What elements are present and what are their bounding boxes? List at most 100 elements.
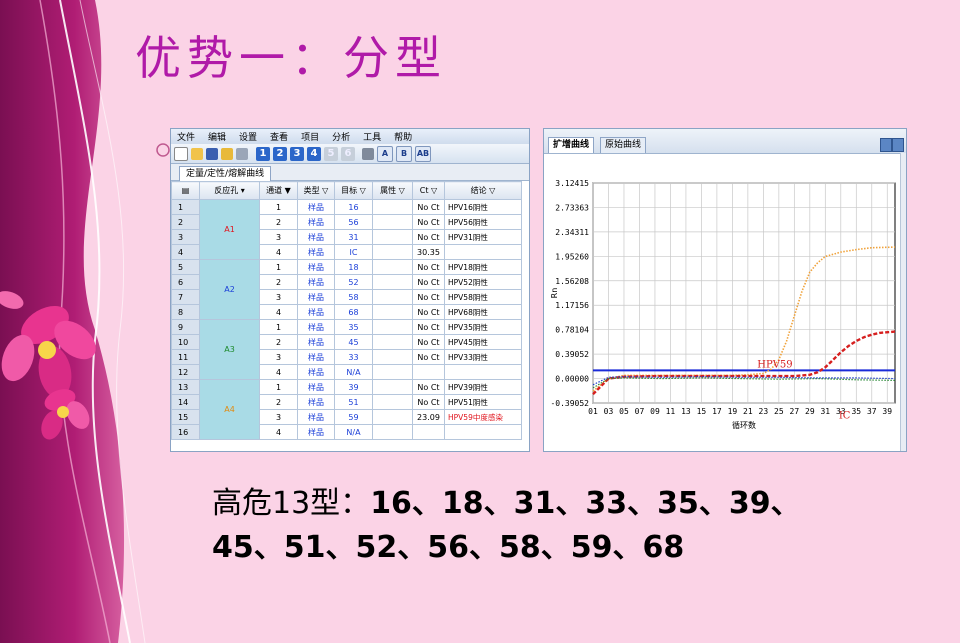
type-cell[interactable]: 样品 xyxy=(297,409,335,425)
attribute-cell[interactable] xyxy=(372,424,413,440)
target-cell[interactable]: 59 xyxy=(334,409,373,425)
row-number[interactable]: 11 xyxy=(171,349,200,365)
col-header-well[interactable]: 反应孔 ▾ xyxy=(199,181,260,200)
toolbar-num-5[interactable]: 5 xyxy=(324,146,338,161)
channel-cell[interactable]: 3 xyxy=(259,229,298,245)
menu-file[interactable]: 文件 xyxy=(177,130,195,143)
print-icon[interactable] xyxy=(362,147,374,160)
ct-cell[interactable]: No Ct xyxy=(412,214,445,230)
channel-cell[interactable]: 2 xyxy=(259,334,298,350)
col-header-channel[interactable]: 通道 ▼ xyxy=(259,181,298,200)
toolbar-letter-b[interactable]: B xyxy=(396,145,412,162)
ct-cell[interactable]: No Ct xyxy=(412,394,445,410)
toolbar-letter-a[interactable]: A xyxy=(377,145,393,162)
row-number[interactable]: 5 xyxy=(171,259,200,275)
conclusion-cell[interactable]: HPV45阴性 xyxy=(444,334,522,350)
col-header-ct[interactable]: Ct ▽ xyxy=(412,181,445,200)
row-number[interactable]: 3 xyxy=(171,229,200,245)
ct-cell[interactable]: No Ct xyxy=(412,334,445,350)
target-cell[interactable]: 35 xyxy=(334,319,373,335)
channel-cell[interactable]: 3 xyxy=(259,349,298,365)
toolbar-num-3[interactable]: 3 xyxy=(290,146,304,161)
well-cell[interactable]: A1 xyxy=(199,199,260,260)
well-cell[interactable]: A4 xyxy=(199,379,260,440)
type-cell[interactable]: 样品 xyxy=(297,289,335,305)
ct-cell[interactable]: No Ct xyxy=(412,304,445,320)
type-cell[interactable]: 样品 xyxy=(297,349,335,365)
ct-cell[interactable] xyxy=(412,424,445,440)
ct-cell[interactable]: No Ct xyxy=(412,379,445,395)
toolbar-num-6[interactable]: 6 xyxy=(341,146,355,161)
col-header-target[interactable]: 目标 ▽ xyxy=(334,181,373,200)
attribute-cell[interactable] xyxy=(372,409,413,425)
attribute-cell[interactable] xyxy=(372,364,413,380)
ct-cell[interactable]: 30.35 xyxy=(412,244,445,260)
conclusion-cell[interactable]: HPV52阴性 xyxy=(444,274,522,290)
pin-icon[interactable] xyxy=(880,138,892,152)
conclusion-cell[interactable]: HPV59中度感染 xyxy=(444,409,522,425)
type-cell[interactable]: 样品 xyxy=(297,319,335,335)
restore-icon[interactable] xyxy=(892,138,904,152)
row-number[interactable]: 7 xyxy=(171,289,200,305)
target-cell[interactable]: N/A xyxy=(334,424,373,440)
target-cell[interactable]: 33 xyxy=(334,349,373,365)
menu-edit[interactable]: 编辑 xyxy=(208,130,226,143)
ct-cell[interactable] xyxy=(412,364,445,380)
channel-cell[interactable]: 4 xyxy=(259,304,298,320)
channel-cell[interactable]: 1 xyxy=(259,199,298,215)
row-number[interactable]: 1 xyxy=(171,199,200,215)
col-header-attribute[interactable]: 属性 ▽ xyxy=(372,181,413,200)
ct-cell[interactable]: No Ct xyxy=(412,274,445,290)
attribute-cell[interactable] xyxy=(372,394,413,410)
channel-cell[interactable]: 1 xyxy=(259,259,298,275)
attribute-cell[interactable] xyxy=(372,304,413,320)
attribute-cell[interactable] xyxy=(372,319,413,335)
channel-cell[interactable]: 1 xyxy=(259,379,298,395)
conclusion-cell[interactable]: HPV51阴性 xyxy=(444,394,522,410)
target-cell[interactable]: 52 xyxy=(334,274,373,290)
row-number[interactable]: 15 xyxy=(171,409,200,425)
ct-cell[interactable]: No Ct xyxy=(412,259,445,275)
conclusion-cell[interactable]: HPV35阴性 xyxy=(444,319,522,335)
conclusion-cell[interactable] xyxy=(444,364,522,380)
attribute-cell[interactable] xyxy=(372,289,413,305)
ct-cell[interactable]: No Ct xyxy=(412,319,445,335)
menu-help[interactable]: 帮助 xyxy=(394,130,412,143)
target-cell[interactable]: 39 xyxy=(334,379,373,395)
row-number[interactable]: 9 xyxy=(171,319,200,335)
well-cell[interactable]: A3 xyxy=(199,319,260,380)
book-icon[interactable] xyxy=(236,147,248,160)
table-row[interactable]: 5 A2 1 样品 18 No Ct HPV18阴性 xyxy=(171,259,522,320)
conclusion-cell[interactable] xyxy=(444,424,522,440)
target-cell[interactable]: 45 xyxy=(334,334,373,350)
ct-cell[interactable]: No Ct xyxy=(412,349,445,365)
ct-cell[interactable]: No Ct xyxy=(412,229,445,245)
tab-raw-curve[interactable]: 原始曲线 xyxy=(600,137,647,153)
toolbar-num-1[interactable]: 1 xyxy=(256,146,270,161)
folder-icon[interactable] xyxy=(221,147,233,160)
target-cell[interactable]: N/A xyxy=(334,364,373,380)
row-number[interactable]: 4 xyxy=(171,244,200,260)
target-cell[interactable]: 18 xyxy=(334,259,373,275)
target-cell[interactable]: 16 xyxy=(334,199,373,215)
conclusion-cell[interactable]: HPV58阴性 xyxy=(444,289,522,305)
table-row[interactable]: 1 A1 1 样品 16 No Ct HPV16阴性 xyxy=(171,199,522,260)
toolbar-num-2[interactable]: 2 xyxy=(273,146,287,161)
attribute-cell[interactable] xyxy=(372,379,413,395)
type-cell[interactable]: 样品 xyxy=(297,334,335,350)
row-number[interactable]: 2 xyxy=(171,214,200,230)
tab-quant-qual-melt[interactable]: 定量/定性/熔解曲线 xyxy=(179,166,272,181)
conclusion-cell[interactable]: HPV16阴性 xyxy=(444,199,522,215)
ct-cell[interactable]: No Ct xyxy=(412,289,445,305)
channel-cell[interactable]: 4 xyxy=(259,364,298,380)
target-cell[interactable]: 68 xyxy=(334,304,373,320)
attribute-cell[interactable] xyxy=(372,349,413,365)
attribute-cell[interactable] xyxy=(372,274,413,290)
conclusion-cell[interactable]: HPV33阴性 xyxy=(444,349,522,365)
attribute-cell[interactable] xyxy=(372,244,413,260)
vertical-scrollbar[interactable] xyxy=(900,153,906,451)
type-cell[interactable]: 样品 xyxy=(297,274,335,290)
menu-tools[interactable]: 工具 xyxy=(363,130,381,143)
channel-cell[interactable]: 3 xyxy=(259,289,298,305)
ct-cell[interactable]: No Ct xyxy=(412,199,445,215)
